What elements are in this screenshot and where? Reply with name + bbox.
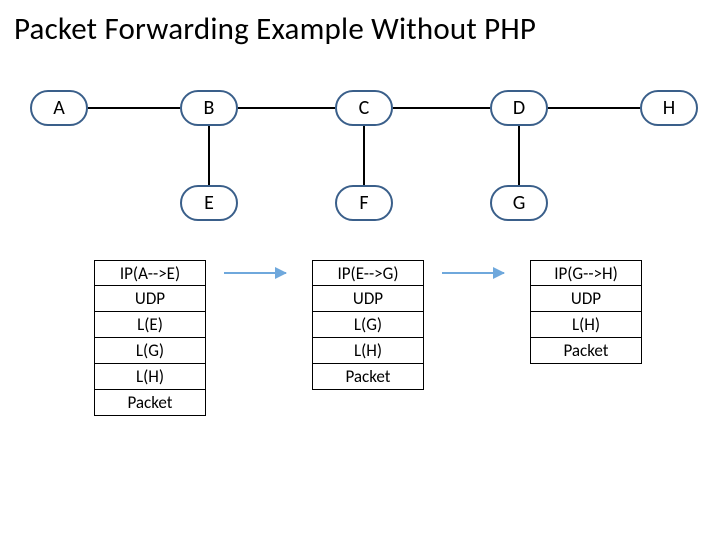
node-h: H xyxy=(640,90,698,126)
stack-cell: UDP xyxy=(312,286,424,312)
node-f: F xyxy=(335,185,393,221)
node-a: A xyxy=(30,90,88,126)
stack-cell: L(G) xyxy=(94,338,206,364)
edge-c-d xyxy=(393,107,490,109)
edge-a-b xyxy=(88,107,180,109)
node-d: D xyxy=(490,90,548,126)
stack-cell: L(H) xyxy=(530,312,642,338)
flow-arrow-2 xyxy=(442,272,504,274)
stack-cell: L(H) xyxy=(312,338,424,364)
edge-b-e xyxy=(208,126,210,185)
stack-cell: Packet xyxy=(94,390,206,416)
stack-cell: IP(E-->G) xyxy=(312,260,424,286)
node-e: E xyxy=(180,185,238,221)
edge-d-h xyxy=(548,107,640,109)
stack-cell: L(G) xyxy=(312,312,424,338)
stack-cell: Packet xyxy=(530,338,642,364)
slide: Packet Forwarding Example Without PHP A … xyxy=(0,0,720,540)
packet-stack-2: IP(E-->G) UDP L(G) L(H) Packet xyxy=(312,260,424,390)
edge-b-c xyxy=(238,107,335,109)
stack-cell: L(E) xyxy=(94,312,206,338)
node-b: B xyxy=(180,90,238,126)
stack-cell: UDP xyxy=(94,286,206,312)
flow-arrow-1 xyxy=(224,272,286,274)
node-g: G xyxy=(490,185,548,221)
stack-cell: Packet xyxy=(312,364,424,390)
stack-cell: L(H) xyxy=(94,364,206,390)
edge-c-f xyxy=(363,126,365,185)
packet-stack-1: IP(A-->E) UDP L(E) L(G) L(H) Packet xyxy=(94,260,206,416)
stack-cell: UDP xyxy=(530,286,642,312)
node-c: C xyxy=(335,90,393,126)
page-title: Packet Forwarding Example Without PHP xyxy=(14,10,536,48)
edge-d-g xyxy=(518,126,520,185)
stack-cell: IP(G-->H) xyxy=(530,260,642,286)
packet-stack-3: IP(G-->H) UDP L(H) Packet xyxy=(530,260,642,364)
stack-cell: IP(A-->E) xyxy=(94,260,206,286)
